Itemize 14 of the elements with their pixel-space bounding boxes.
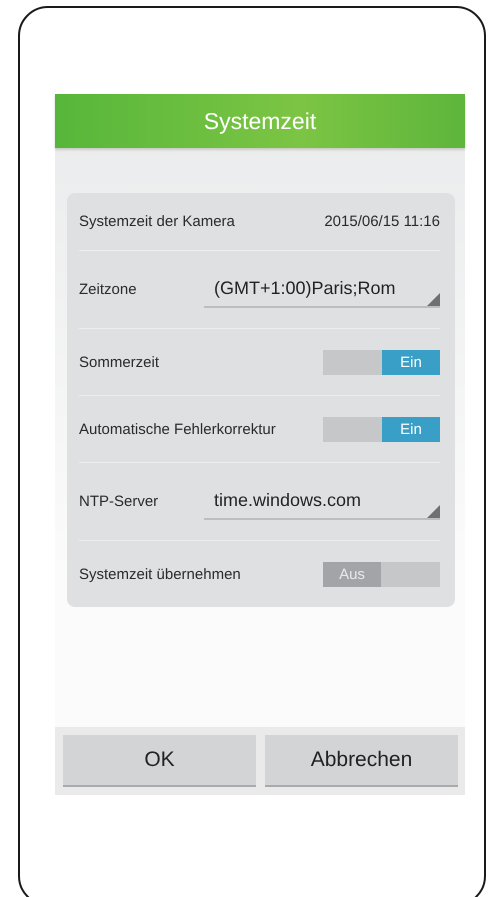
dropdown-field[interactable]: time.windows.com <box>204 484 440 520</box>
setting-label: Automatische Fehlerkorrektur <box>79 420 277 438</box>
screen-title: Systemzeit <box>204 108 316 134</box>
cancel-button[interactable]: Abbrechen <box>265 735 458 787</box>
setting-value: 2015/06/15 11:16 <box>324 213 440 230</box>
dropdown-field[interactable]: (GMT+1:00)Paris;Rom <box>204 272 440 308</box>
setting-label: Zeitzone <box>79 281 138 298</box>
setting-label: Systemzeit übernehmen <box>79 566 242 582</box>
setting-label: NTP-Server <box>79 493 160 510</box>
ok-button[interactable]: OK <box>63 735 256 787</box>
dropdown-corner-icon <box>427 504 440 518</box>
setting-label: Sommerzeit <box>79 354 160 370</box>
dropdown-corner-icon <box>427 292 440 306</box>
setting-label: Systemzeit der Kamera <box>79 213 236 230</box>
